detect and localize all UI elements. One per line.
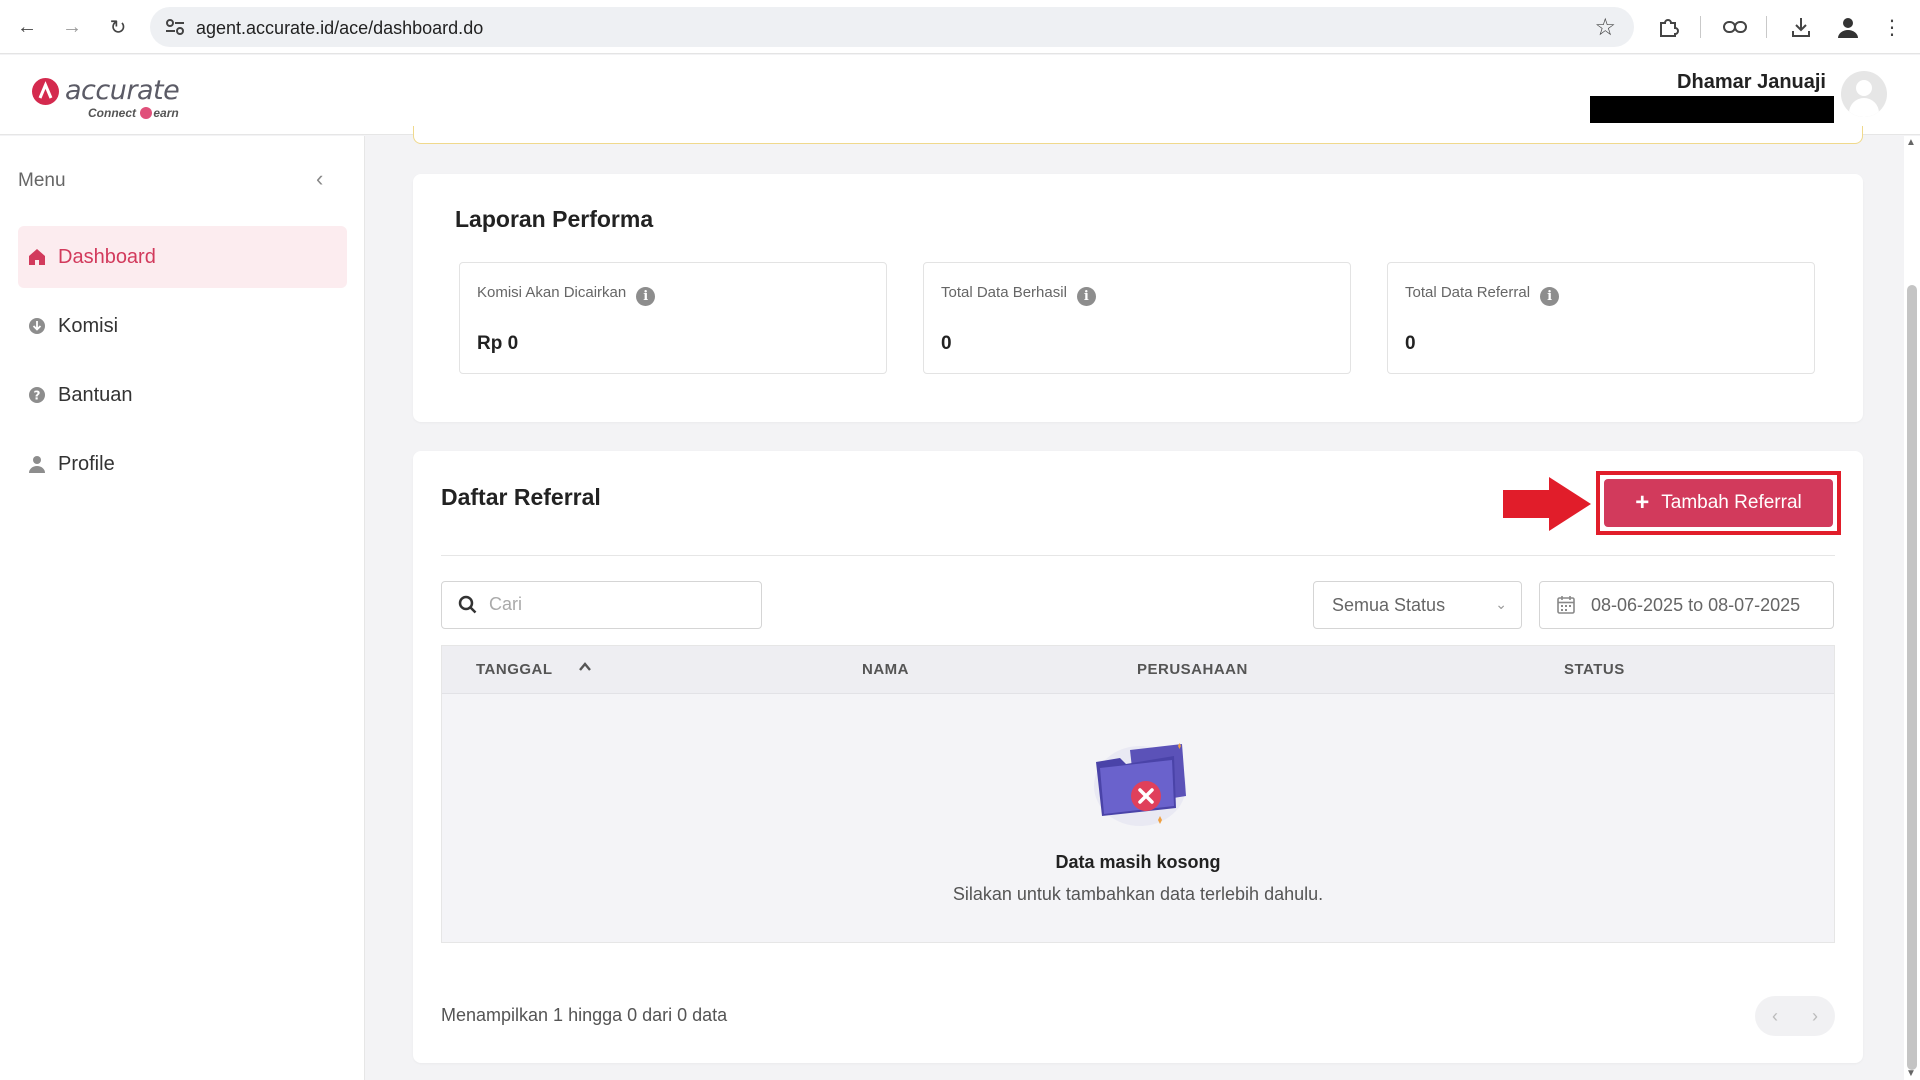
search-field[interactable] [441, 581, 762, 629]
address-bar[interactable]: agent.accurate.id/ace/dashboard.do ☆ [150, 7, 1634, 47]
empty-state-title: Data masih kosong [1055, 852, 1221, 872]
plus-icon: + [1635, 489, 1650, 516]
performance-card: Laporan Performa Komisi Akan Dicairkan i … [413, 174, 1863, 422]
avatar-body [1849, 98, 1879, 117]
redacted-user-info [1590, 96, 1834, 123]
app-header: accurate Connect earn Dhamar Januaji [0, 55, 1920, 135]
reload-icon[interactable]: ↻ [104, 13, 132, 41]
next-page-chevron-icon[interactable]: › [1812, 1006, 1818, 1027]
url-text[interactable]: agent.accurate.id/ace/dashboard.do [196, 18, 483, 39]
sidebar-item-profile[interactable]: Profile [18, 433, 347, 495]
logo-tagline-right: earn [153, 106, 179, 120]
scrollbar-thumb[interactable] [1907, 285, 1917, 1070]
stat-label: Komisi Akan Dicairkan i [477, 284, 656, 306]
back-icon[interactable]: ← [13, 13, 41, 41]
divider [441, 555, 1835, 556]
stat-value: 0 [941, 333, 952, 354]
bookmark-star-icon[interactable]: ☆ [1594, 13, 1616, 42]
logo-dot-icon [140, 107, 153, 119]
sidebar: Menu ‹ Dashboard Komisi ? Bantuan Profil… [0, 136, 365, 1080]
referral-card: Daftar Referral + Tambah Referral Semua … [413, 451, 1863, 1063]
more-options-icon[interactable]: ⋮ [1878, 13, 1906, 41]
user-name[interactable]: Dhamar Januaji [1677, 71, 1826, 94]
status-filter-value: Semua Status [1332, 595, 1446, 615]
stat-total-referral: Total Data Referral i 0 [1387, 262, 1815, 374]
column-header-tanggal[interactable]: TANGGAL [476, 661, 553, 678]
svg-text:?: ? [34, 389, 41, 403]
stat-label: Total Data Referral i [1405, 284, 1560, 306]
logo-mark-icon [32, 78, 59, 105]
chevron-down-icon: ⌄ [1495, 596, 1507, 612]
empty-state-subtitle: Silakan untuk tambahkan data terlebih da… [952, 884, 1324, 904]
info-icon[interactable]: i [636, 287, 656, 306]
sort-ascending-icon[interactable] [578, 660, 592, 679]
notice-card-edge [413, 126, 1863, 144]
stat-value: Rp 0 [477, 333, 519, 354]
sidebar-item-label: Bantuan [58, 383, 133, 406]
info-icon[interactable]: i [1540, 287, 1560, 306]
calendar-icon [1557, 595, 1575, 619]
column-header-status[interactable]: STATUS [1564, 661, 1625, 678]
stat-label-text: Total Data Berhasil [941, 284, 1067, 301]
logo-tagline: Connect earn [88, 106, 179, 120]
empty-folder-icon [1094, 743, 1186, 826]
help-circle-icon: ? [26, 384, 48, 406]
home-icon [26, 246, 48, 268]
toolbar-divider [1766, 16, 1767, 38]
logo-tagline-left: Connect [88, 106, 136, 120]
status-filter-select[interactable]: Semua Status ⌄ [1313, 581, 1522, 629]
sidebar-item-label: Komisi [58, 314, 119, 337]
date-range-picker[interactable]: 08-06-2025 to 08-07-2025 [1539, 581, 1834, 629]
sidebar-item-dashboard[interactable]: Dashboard [18, 226, 347, 288]
stat-label-text: Total Data Referral [1405, 284, 1531, 301]
annotation-arrow-icon [1503, 477, 1591, 531]
date-range-value: 08-06-2025 to 08-07-2025 [1591, 595, 1801, 615]
stat-value: 0 [1405, 333, 1416, 354]
toolbar-divider [1700, 16, 1701, 38]
avatar-head [1856, 80, 1872, 96]
logo-text: accurate [65, 75, 180, 106]
stat-komisi: Komisi Akan Dicairkan i Rp 0 [459, 262, 887, 374]
avatar[interactable] [1841, 71, 1887, 117]
table-header: TANGGAL NAMA PERUSAHAAN STATUS [442, 646, 1834, 694]
download-icon[interactable] [1787, 13, 1815, 41]
referral-table: TANGGAL NAMA PERUSAHAAN STATUS Data masi… [441, 645, 1835, 943]
link-icon[interactable] [1721, 13, 1749, 41]
pagination-controls: ‹ › [1755, 996, 1835, 1036]
sidebar-item-label: Dashboard [58, 245, 156, 268]
search-input[interactable] [489, 594, 749, 615]
referral-title: Daftar Referral [441, 484, 601, 510]
info-icon[interactable]: i [1076, 287, 1096, 306]
search-icon [458, 595, 477, 619]
download-circle-icon [26, 315, 48, 337]
person-icon [26, 453, 48, 475]
browser-toolbar: ← → ↻ agent.accurate.id/ace/dashboard.do… [0, 0, 1920, 54]
sidebar-item-komisi[interactable]: Komisi [18, 295, 347, 357]
stat-total-berhasil: Total Data Berhasil i 0 [923, 262, 1351, 374]
stat-label-text: Komisi Akan Dicairkan [477, 284, 627, 301]
add-referral-button[interactable]: + Tambah Referral [1604, 479, 1833, 527]
sidebar-item-bantuan[interactable]: ? Bantuan [18, 364, 347, 426]
scroll-up-icon[interactable]: ▲ [1906, 137, 1916, 148]
add-referral-label: Tambah Referral [1661, 492, 1802, 513]
profile-icon[interactable] [1834, 13, 1862, 41]
prev-page-chevron-icon[interactable]: ‹ [1772, 1006, 1778, 1027]
column-header-perusahaan[interactable]: PERUSAHAAN [1137, 661, 1248, 678]
stat-label: Total Data Berhasil i [941, 284, 1096, 306]
extensions-icon[interactable] [1654, 13, 1682, 41]
sidebar-item-label: Profile [58, 452, 115, 475]
pagination-summary: Menampilkan 1 hingga 0 dari 0 data [441, 1005, 728, 1025]
column-header-nama[interactable]: NAMA [862, 661, 909, 678]
site-settings-icon[interactable] [164, 17, 186, 37]
collapse-sidebar-chevron-icon[interactable]: ‹ [316, 166, 323, 192]
menu-title: Menu [18, 170, 66, 191]
scroll-down-icon[interactable]: ▼ [1906, 1068, 1916, 1079]
performance-title: Laporan Performa [455, 206, 654, 232]
forward-icon[interactable]: → [58, 13, 86, 41]
